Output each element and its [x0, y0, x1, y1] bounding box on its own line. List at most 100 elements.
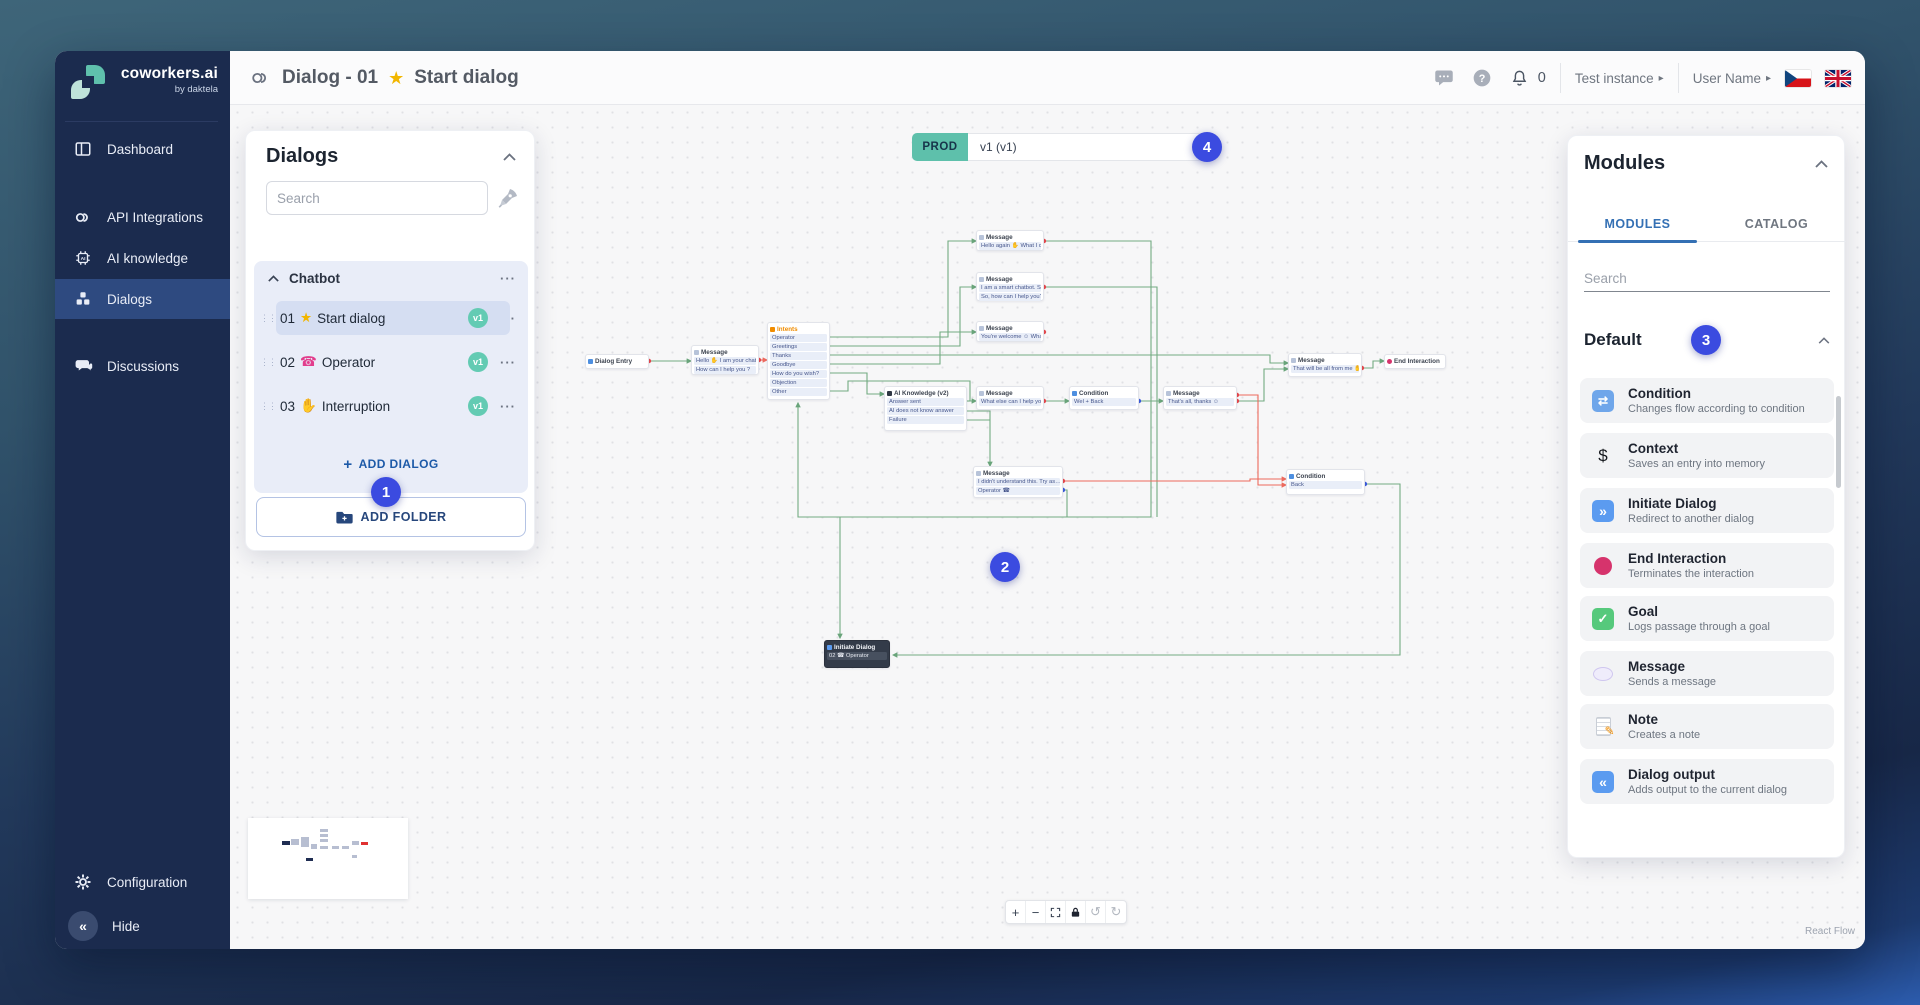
undo-button[interactable]: ↺	[1086, 901, 1106, 923]
flow-node-message-didnt[interactable]: Message I didn't understand this. Try as…	[973, 466, 1063, 498]
flow-minimap[interactable]	[248, 818, 408, 899]
module-item-goal[interactable]: ✓ Goal Logs passage through a goal	[1580, 596, 1834, 641]
flow-node-message-again[interactable]: Message Hello again ✋ What I can hel…	[976, 230, 1044, 251]
sidebar: coworkers.ai by daktela Dashboard API In…	[55, 51, 230, 949]
sidebar-hide-button[interactable]: « Hide	[55, 906, 230, 946]
app-window: Dialog Entry Message Hello ✋ I am your c…	[55, 51, 1865, 949]
flow-node-ai-knowledge[interactable]: AI Knowledge (v2) Answer sent AI does no…	[884, 386, 967, 431]
top-header: Dialog - 01 ★ Start dialog ?	[230, 51, 1865, 105]
dialog-item-start-dialog[interactable]: ⋮⋮ 01 ★ Start dialog v1 ···	[254, 301, 528, 335]
checkbox-icon: ✓	[1592, 608, 1614, 630]
fast-forward-icon: »	[1592, 500, 1614, 522]
folder-name: Chatbot	[289, 271, 490, 286]
rocket-icon[interactable]	[496, 186, 520, 215]
drag-handle-icon[interactable]: ⋮⋮	[260, 357, 274, 368]
collapse-panel-button[interactable]	[1815, 160, 1828, 168]
message-icon	[1166, 391, 1171, 396]
flow-node-message-hello[interactable]: Message Hello ✋ I am your chatbot … How …	[691, 345, 759, 375]
feedback-chat-button[interactable]	[1432, 66, 1456, 90]
folder-menu-button[interactable]: ···	[500, 271, 516, 286]
version-badge: v1	[468, 396, 488, 416]
caret-right-icon: ▸	[1659, 73, 1664, 84]
collapse-panel-button[interactable]	[503, 153, 516, 161]
zoom-in-button[interactable]: +	[1006, 901, 1026, 923]
instance-menu[interactable]: Test instance ▸	[1575, 71, 1664, 86]
rewind-icon: «	[1592, 771, 1614, 793]
flow-node-message-thanks[interactable]: Message That's all, thanks ☺	[1163, 386, 1237, 410]
plus-icon: +	[343, 456, 352, 473]
modules-scrollbar[interactable]	[1836, 396, 1841, 488]
message-icon	[979, 235, 984, 240]
flow-node-initiate-dialog[interactable]: Initiate Dialog 02 ☎ Operator	[824, 640, 890, 668]
uk-flag-icon[interactable]	[1825, 70, 1851, 87]
note-page-icon: ✎	[1596, 717, 1611, 736]
lock-button[interactable]	[1066, 901, 1086, 923]
czech-flag-icon[interactable]	[1785, 70, 1811, 87]
flow-node-condition-1[interactable]: Condition Wel + Back	[1069, 386, 1139, 410]
notifications-button[interactable]	[1508, 66, 1532, 90]
sidebar-item-configuration[interactable]: Configuration	[55, 862, 230, 902]
module-item-end-interaction[interactable]: End Interaction Terminates the interacti…	[1580, 543, 1834, 588]
sidebar-divider	[65, 121, 218, 122]
flow-node-condition-back[interactable]: Condition Back	[1286, 469, 1365, 495]
dialog-item-operator[interactable]: ⋮⋮ 02 ☎ Operator v1 ···	[254, 345, 528, 379]
sidebar-item-dialogs[interactable]: Dialogs	[55, 279, 230, 319]
module-item-initiate-dialog[interactable]: » Initiate Dialog Redirect to another di…	[1580, 488, 1834, 533]
module-item-message[interactable]: Message Sends a message	[1580, 651, 1834, 696]
annotation-badge-2: 2	[990, 552, 1020, 582]
folder-collapse-button[interactable]	[268, 275, 279, 282]
modules-search-input[interactable]	[1584, 266, 1830, 292]
version-selector[interactable]: v1 (v1)	[968, 133, 1218, 161]
add-dialog-button[interactable]: + ADD DIALOG	[254, 449, 528, 479]
chevron-up-icon	[503, 153, 516, 161]
redo-button[interactable]: ↻	[1106, 901, 1126, 923]
chain-link-icon	[73, 207, 93, 227]
dialogs-panel-title: Dialogs	[266, 145, 338, 168]
drag-handle-icon[interactable]: ⋮⋮	[260, 401, 274, 412]
chevron-up-icon	[1815, 160, 1828, 168]
flow-node-dialog-entry[interactable]: Dialog Entry	[585, 354, 649, 369]
help-button[interactable]: ?	[1470, 66, 1494, 90]
version-badge: v1	[468, 308, 488, 328]
fit-view-button[interactable]	[1046, 901, 1066, 923]
react-flow-attribution: React Flow	[1805, 926, 1855, 937]
sidebar-item-api-integrations[interactable]: API Integrations	[55, 197, 230, 237]
brand-name: coworkers.ai	[113, 65, 218, 83]
gear-icon	[73, 872, 93, 892]
svg-text:AI: AI	[81, 256, 87, 262]
chevron-up-icon	[1818, 337, 1830, 344]
flow-node-intents[interactable]: Intents Operator Greetings Thanks Goodby…	[767, 322, 830, 400]
dialogs-search-input[interactable]	[266, 181, 488, 215]
flow-node-message-smart[interactable]: Message I am a smart chatbot. Simply t… …	[976, 272, 1044, 301]
flow-node-end-interaction[interactable]: End Interaction	[1384, 354, 1446, 369]
module-item-dialog-output[interactable]: « Dialog output Adds output to the curre…	[1580, 759, 1834, 804]
sidebar-item-dashboard[interactable]: Dashboard	[55, 129, 230, 169]
fit-view-icon	[1050, 907, 1061, 918]
dialog-item-interruption[interactable]: ⋮⋮ 03 ✋ Interruption v1 ···	[254, 389, 528, 423]
flow-node-message-whatelse[interactable]: Message What else can I help you with?	[976, 386, 1044, 410]
annotation-badge-1: 1	[371, 477, 401, 507]
coworkers-logo-icon	[71, 65, 105, 99]
tab-catalog[interactable]: CATALOG	[1707, 206, 1846, 241]
zoom-out-button[interactable]: −	[1026, 901, 1046, 923]
message-icon	[976, 471, 981, 476]
tab-modules[interactable]: MODULES	[1568, 206, 1707, 241]
caret-right-icon: ▸	[1766, 73, 1771, 84]
chevron-up-icon	[268, 275, 279, 282]
user-menu[interactable]: User Name ▸	[1693, 71, 1771, 86]
message-icon	[979, 326, 984, 331]
flow-node-message-welcome[interactable]: Message You're welcome ☺ What else…	[976, 321, 1044, 342]
sidebar-item-ai-knowledge[interactable]: AI AI knowledge	[55, 238, 230, 278]
modules-panel: Modules MODULES CATALOG Default ⇄ Condit…	[1567, 135, 1845, 858]
phone-icon: ☎	[300, 354, 317, 370]
page-title: Dialog - 01 ★ Start dialog	[250, 51, 519, 105]
module-item-condition[interactable]: ⇄ Condition Changes flow according to co…	[1580, 378, 1834, 423]
intents-icon	[770, 327, 775, 332]
flow-node-message-bye[interactable]: Message That will be all from me ✋ Ta…	[1288, 353, 1362, 377]
sidebar-item-discussions[interactable]: Discussions	[55, 346, 230, 386]
ai-chip-icon: AI	[73, 248, 93, 268]
drag-handle-icon[interactable]: ⋮⋮	[260, 313, 274, 324]
module-item-note[interactable]: ✎ Note Creates a note	[1580, 704, 1834, 749]
prod-env-tag: PROD	[912, 133, 968, 161]
module-item-context[interactable]: $ Context Saves an entry into memory	[1580, 433, 1834, 478]
